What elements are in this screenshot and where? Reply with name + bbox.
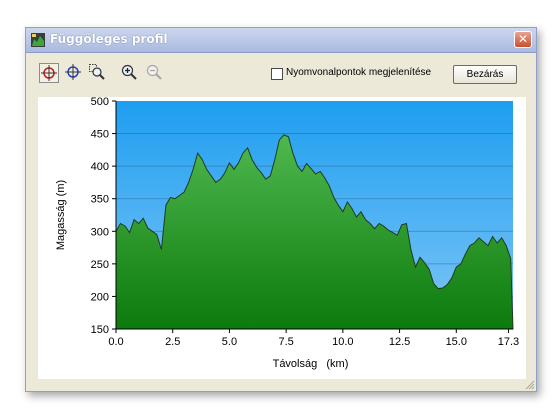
y-tick-label: 250 (91, 259, 109, 271)
x-tick-label: 2.5 (165, 336, 180, 348)
chart-area: 150 200 250 300 350 400 450 500 0.0 2.5 5.0 7.5 10.0… (38, 96, 526, 379)
zoom-in-button[interactable] (120, 63, 140, 83)
crosshair-red-icon (41, 65, 57, 81)
y-tick-label: 350 (91, 194, 109, 206)
title-bar[interactable]: Függőleges profil ✕ (26, 28, 536, 53)
zoom-rect-tool-button[interactable] (88, 63, 108, 83)
x-tick-label: 17.3 (498, 336, 519, 348)
crosshair-blue-tool-button[interactable] (64, 63, 84, 83)
y-axis-label: Magasság (m) (55, 180, 67, 250)
toolbar: Nyomvonalpontok megjelenítése Bezárás (26, 54, 536, 94)
elevation-profile-chart[interactable]: 150 200 250 300 350 400 450 500 0.0 2.5 5.0 7.5 10.0… (38, 96, 526, 379)
zoom-out-icon (146, 64, 162, 80)
x-tick-label: 0.0 (108, 336, 123, 348)
x-tick-label: 7.5 (278, 336, 293, 348)
window-title: Függőleges profil (50, 32, 168, 46)
x-tick-label: 15.0 (446, 336, 467, 348)
profile-window: Függőleges profil ✕ Nyomvonalpontok megj… (25, 27, 537, 392)
crosshair-red-tool-button[interactable] (39, 63, 59, 83)
resize-grip-icon[interactable] (523, 378, 535, 390)
trackpoints-checkbox-label[interactable]: Nyomvonalpontok megjelenítése (286, 67, 431, 78)
close-window-button[interactable]: ✕ (514, 31, 532, 48)
y-tick-label: 450 (91, 129, 109, 141)
zoom-in-icon (121, 64, 137, 80)
y-tick-label: 200 (91, 291, 109, 303)
x-axis-label: Távolság (km) (273, 358, 349, 370)
x-tick-label: 12.5 (389, 336, 410, 348)
y-tick-label: 500 (91, 97, 109, 108)
profile-app-icon (31, 33, 45, 47)
crosshair-blue-icon (65, 64, 81, 80)
zoom-rect-icon (89, 64, 105, 80)
x-tick-label: 10.0 (332, 336, 353, 348)
y-tick-label: 400 (91, 161, 109, 173)
zoom-out-button[interactable] (145, 63, 165, 83)
close-button[interactable]: Bezárás (453, 65, 517, 84)
y-tick-label: 300 (91, 226, 109, 238)
y-tick-label: 150 (91, 324, 109, 336)
trackpoints-checkbox[interactable] (271, 68, 283, 80)
x-tick-label: 5.0 (222, 336, 237, 348)
